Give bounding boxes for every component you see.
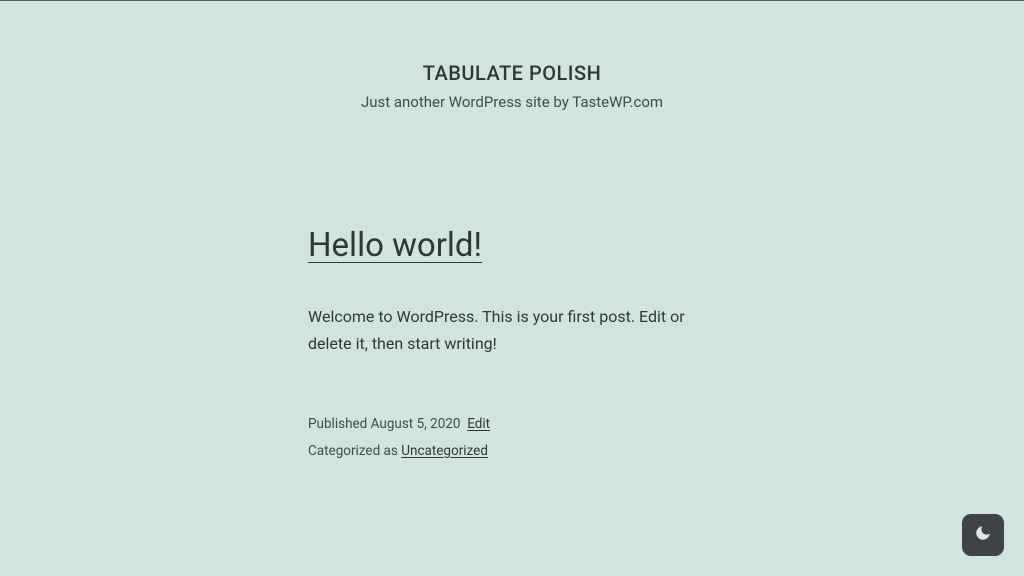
site-header: TABULATE POLISH Just another WordPress s…	[0, 1, 1024, 131]
categorized-label: Categorized as	[308, 443, 398, 459]
published-date: August 5, 2020	[371, 416, 461, 432]
post-title-link[interactable]: Hello world!	[308, 226, 482, 265]
published-line: Published August 5, 2020 Edit	[308, 412, 728, 436]
site-tagline: Just another WordPress site by TasteWP.c…	[0, 93, 1024, 111]
category-link[interactable]: Uncategorized	[401, 443, 488, 459]
moon-icon	[974, 524, 992, 546]
dark-mode-toggle[interactable]	[962, 514, 1004, 556]
post-body-text: Welcome to WordPress. This is your first…	[308, 303, 728, 357]
category-line: Categorized as Uncategorized	[308, 439, 728, 463]
post-content: Hello world! Welcome to WordPress. This …	[308, 226, 728, 463]
post-meta: Published August 5, 2020 Edit Categorize…	[308, 412, 728, 463]
site-title-link[interactable]: TABULATE POLISH	[0, 61, 1024, 85]
published-label: Published	[308, 416, 367, 432]
edit-link[interactable]: Edit	[467, 416, 490, 432]
